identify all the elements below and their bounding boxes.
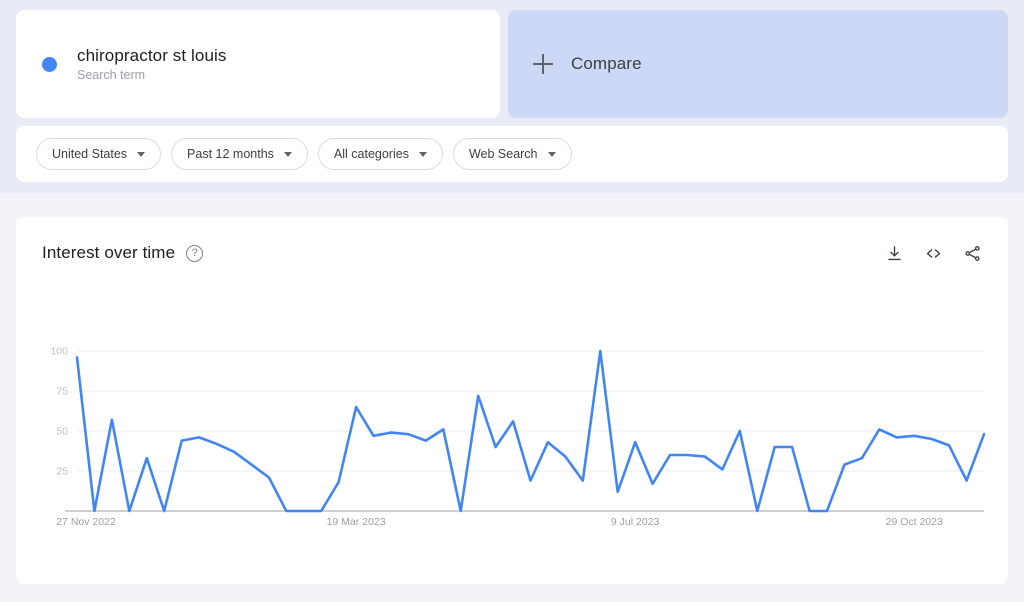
- interest-over-time-plot[interactable]: 100 75 50 25 27 Nov 2022 19 Mar 2023 9 Jul 202…: [16, 217, 1008, 584]
- filter-chip-search-type-label: Web Search: [468, 147, 538, 161]
- y-axis-tick-label: 50: [56, 426, 68, 438]
- query-row: chiropractor st louis Search term Compar…: [16, 10, 1008, 118]
- filter-chip-category[interactable]: All categories: [317, 138, 443, 170]
- chevron-down-icon: [547, 151, 556, 157]
- compare-button[interactable]: Compare: [508, 10, 1008, 118]
- x-axis-tick-label: 19 Mar 2023: [327, 516, 386, 528]
- chevron-down-icon: [137, 151, 146, 157]
- compare-label: Compare: [571, 54, 642, 73]
- filter-bar: United States Past 12 months All categor…: [16, 126, 1008, 182]
- filter-chip-location[interactable]: United States: [36, 138, 162, 170]
- x-axis-tick-label: 9 Jul 2023: [611, 516, 660, 528]
- y-axis-tick-label: 25: [56, 466, 68, 478]
- chevron-down-icon: [283, 151, 292, 157]
- x-axis-tick-label: 27 Nov 2022: [56, 516, 116, 528]
- search-term-card[interactable]: chiropractor st louis Search term: [16, 10, 500, 118]
- search-term-label: chiropractor st louis: [77, 46, 227, 65]
- filter-chip-time-range-label: Past 12 months: [187, 147, 274, 161]
- filter-chip-category-label: All categories: [333, 147, 409, 161]
- y-axis-tick-label: 100: [50, 346, 68, 358]
- x-axis-tick-label: 29 Oct 2023: [886, 516, 943, 528]
- trend-line-chart[interactable]: 100 75 50 25 27 Nov 2022 19 Mar 2023 9 Jul 202…: [16, 217, 1008, 584]
- y-axis-tick-label: 75: [56, 386, 68, 398]
- search-term-texts: chiropractor st louis Search term: [77, 46, 227, 82]
- filter-chip-time-range[interactable]: Past 12 months: [171, 138, 308, 170]
- filter-chip-location-label: United States: [52, 147, 128, 161]
- search-term-type: Search term: [77, 68, 146, 82]
- chevron-down-icon: [418, 151, 427, 157]
- plus-icon: [533, 54, 553, 74]
- interest-over-time-card: Interest over time ? 100 75 50 25 27 Nov…: [16, 217, 1008, 584]
- filter-chip-search-type[interactable]: Web Search: [452, 138, 572, 170]
- series-color-dot: [42, 56, 57, 72]
